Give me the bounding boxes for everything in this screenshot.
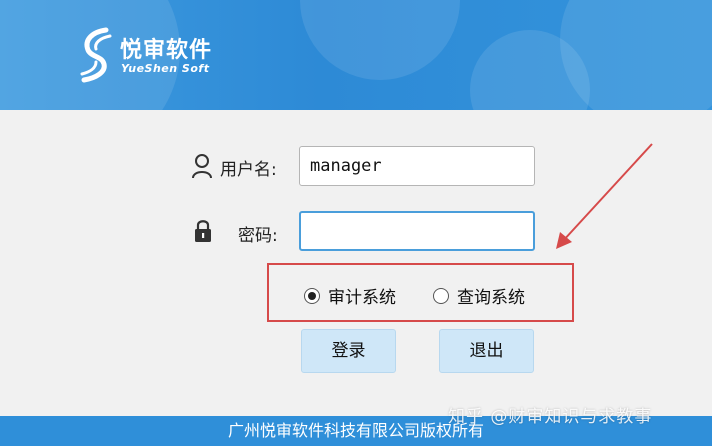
query-system-label: 查询系统 bbox=[457, 288, 525, 308]
radio-circle-unselected[interactable] bbox=[433, 287, 449, 304]
username-label: 用户名: bbox=[220, 160, 277, 180]
query-system-radio[interactable]: 查询系统 bbox=[433, 283, 525, 308]
login-button[interactable]: 登录 bbox=[301, 329, 396, 373]
header-banner: 悦审软件 YueShen Soft bbox=[0, 0, 712, 110]
user-icon bbox=[192, 154, 212, 179]
radio-circle-selected[interactable] bbox=[304, 287, 320, 304]
watermark-text: 知乎 @财审知识与求教事 bbox=[448, 407, 653, 427]
brand-name-english: YueShen Soft bbox=[121, 62, 210, 75]
audit-system-radio[interactable]: 审计系统 bbox=[304, 283, 396, 308]
yueshen-logo-icon bbox=[80, 27, 112, 83]
brand-name: 悦审软件 bbox=[120, 38, 213, 63]
username-field[interactable] bbox=[299, 146, 535, 186]
lock-icon bbox=[195, 220, 211, 242]
password-label: 密码: bbox=[238, 226, 278, 246]
password-field[interactable] bbox=[299, 211, 535, 251]
header-bubble bbox=[300, 0, 460, 80]
header-bubble bbox=[560, 0, 712, 110]
exit-button[interactable]: 退出 bbox=[439, 329, 534, 373]
audit-system-label: 审计系统 bbox=[328, 288, 396, 308]
